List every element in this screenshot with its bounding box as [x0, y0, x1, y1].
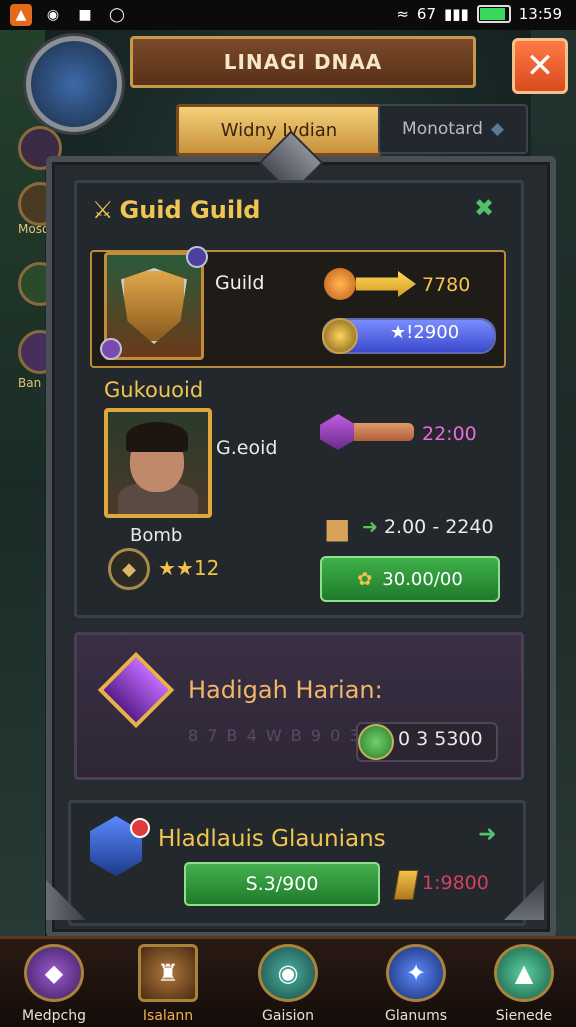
- guild-crest-icon: ⚔: [92, 196, 114, 224]
- battery-icon: [476, 5, 511, 23]
- guardians-arrow-icon[interactable]: ➜: [478, 822, 496, 847]
- close-button[interactable]: ✕: [512, 38, 568, 94]
- hero-portrait[interactable]: [104, 408, 212, 518]
- hero-label: G.eoid: [216, 437, 278, 459]
- arrow-value: 7780: [422, 274, 471, 296]
- side-label-1: Moso: [18, 222, 50, 236]
- network-label: 67: [416, 5, 436, 23]
- guardians-value: 1:9800: [422, 872, 489, 894]
- nav-label-4: Glanums: [385, 1008, 447, 1024]
- nav-label-2: Isalann: [142, 1008, 194, 1024]
- page-title: LINAGI DNAA: [223, 50, 383, 74]
- hero-hair: [126, 422, 188, 452]
- guardians-title: Hladlauis Glaunians: [158, 826, 386, 852]
- relic-value: 0 3 5300: [398, 728, 483, 750]
- signal-icon: ▮▮▮: [444, 5, 469, 23]
- notification-dot-icon: [130, 818, 150, 838]
- wifi-icon: ≈: [396, 5, 409, 23]
- relic-icon: [97, 651, 175, 729]
- nav-label-1: Medpchg: [22, 1008, 86, 1024]
- fire-orb-icon: [324, 268, 356, 300]
- tab-secondary-label: Monotard: [402, 119, 483, 139]
- xp-value: ★!2900: [390, 322, 460, 343]
- close-icon: ✕: [525, 46, 555, 86]
- emblem-rank-icon: [100, 338, 122, 360]
- gold-leaf-icon: ✿: [357, 568, 373, 590]
- crystal-icon: ◆: [24, 944, 84, 1002]
- portal-icon: ◉: [258, 944, 318, 1002]
- location-icon: ◯: [109, 7, 125, 23]
- camera-icon: ◉: [46, 7, 60, 23]
- guardians-button-label: S.3/900: [245, 873, 319, 895]
- nav-item-3[interactable]: ◉ Gaision: [238, 938, 338, 1024]
- resource-logs-icon: ■: [324, 512, 351, 545]
- app-icon: ▲: [10, 4, 32, 26]
- guild-section-collapse-icon[interactable]: ✖: [474, 194, 494, 222]
- guild-section-title: ⚔ Guid Guild: [92, 196, 261, 224]
- key-icon: [322, 318, 358, 354]
- hero-stars: ★★12: [158, 556, 220, 580]
- nav-item-4[interactable]: ✦ Glanums: [366, 938, 466, 1024]
- relic-title: Hadigah Harian:: [188, 676, 383, 704]
- green-coin-icon: [358, 724, 394, 760]
- notification-icon: ■: [78, 7, 92, 23]
- shield-icon: [121, 268, 187, 344]
- nav-label-3: Gaision: [262, 1008, 314, 1024]
- status-bar: ▲ ◉ ■ ◯ ≈ 67 ▮▮▮ 13:59: [0, 0, 576, 30]
- nav-label-5: Sienede: [495, 1008, 553, 1024]
- nav-item-2[interactable]: ♜ Isalann: [118, 938, 218, 1024]
- guild-name-label: Guild: [215, 272, 265, 294]
- status-time: 13:59: [518, 5, 562, 23]
- emblem-badge-icon: [186, 246, 208, 268]
- level-emblem-icon: ◆: [108, 548, 150, 590]
- blue-crystal-icon: ✦: [386, 944, 446, 1002]
- emerald-icon: ▲: [494, 944, 554, 1002]
- nav-item-5[interactable]: ▲ Sienede: [474, 938, 574, 1024]
- guild-claim-label: 30.00/00: [382, 568, 463, 590]
- player-avatar[interactable]: [26, 36, 122, 132]
- side-label-2: Ban: [18, 376, 42, 390]
- nav-item-1[interactable]: ◆ Medpchg: [4, 938, 104, 1024]
- header-banner: LINAGI DNAA: [130, 36, 476, 88]
- relic-faint-text: 8 7 B 4 W B 9 0 3: [188, 726, 362, 745]
- guild-claim-button[interactable]: ✿ 30.00/00: [320, 556, 500, 602]
- hero-title: Gukouoid: [104, 378, 204, 402]
- purple-progress-bar: [354, 423, 414, 441]
- purple-value: 22:00: [422, 423, 477, 445]
- castle-icon: ♜: [138, 944, 198, 1002]
- hero-caption: Bomb: [130, 525, 183, 546]
- resource-value: ➜ 2.00 - 2240: [362, 516, 494, 538]
- tab-secondary-icon: ◆: [490, 119, 504, 139]
- tab-primary-label: Widny Ivdian: [220, 119, 338, 141]
- guardians-button[interactable]: S.3/900: [184, 862, 380, 906]
- resource-arrow-icon: ➜: [362, 516, 378, 538]
- tab-secondary[interactable]: Monotard ◆: [378, 104, 528, 154]
